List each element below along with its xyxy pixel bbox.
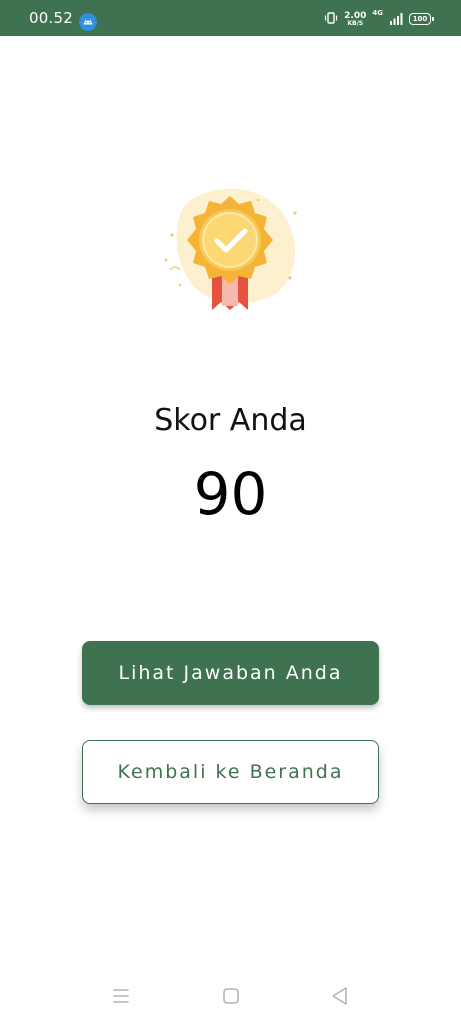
signal-icon [389, 10, 403, 29]
back-to-home-button[interactable]: Kembali ke Beranda [82, 740, 379, 804]
back-to-home-label: Kembali ke Beranda [117, 761, 344, 783]
status-indicators: 2.00 KB/S 4G 100 [324, 8, 434, 30]
network-speed: 2.00 KB/S [344, 11, 366, 27]
battery-level: 100 [412, 14, 428, 23]
view-answers-label: Lihat Jawaban Anda [118, 662, 343, 684]
menu-icon[interactable] [109, 984, 133, 1008]
quiz-result-screen: 00.52 2.00 KB/S 4G 100 Skor Anda 90 Liha… [0, 0, 461, 1024]
vibrate-icon [324, 10, 338, 29]
network-type: 4G [372, 9, 383, 17]
home-icon[interactable] [219, 984, 243, 1008]
score-value: 90 [193, 460, 268, 528]
status-bar: 00.52 2.00 KB/S 4G 100 [0, 0, 461, 36]
score-label: Skor Anda [154, 403, 307, 438]
status-time: 00.52 [29, 9, 73, 27]
android-notification-icon [79, 13, 97, 31]
system-navigation-bar [0, 966, 461, 1024]
view-answers-button[interactable]: Lihat Jawaban Anda [82, 641, 379, 705]
battery-icon: 100 [409, 13, 434, 25]
network-speed-unit: KB/S [347, 19, 364, 27]
back-icon[interactable] [328, 984, 352, 1008]
medal-checkmark-icon [150, 180, 310, 320]
